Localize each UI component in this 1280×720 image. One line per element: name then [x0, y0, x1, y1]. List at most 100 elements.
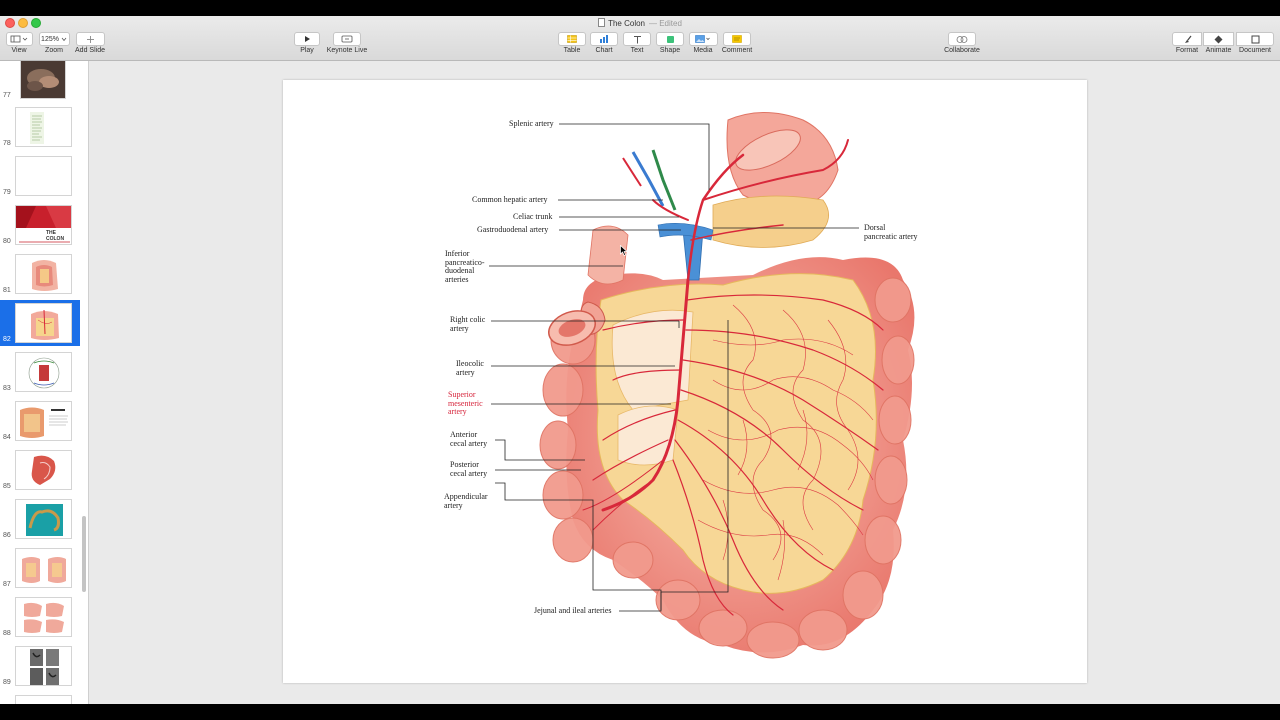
slide-number: 84	[3, 434, 11, 441]
text-icon	[633, 35, 641, 43]
animate-label: Animate	[1205, 47, 1232, 54]
text-button[interactable]	[623, 32, 651, 46]
shape-tool[interactable]: Shape	[656, 32, 684, 54]
sidebar-view-icon	[10, 35, 28, 43]
slide-thumbnail[interactable]: 85	[0, 447, 80, 493]
document-label: Document	[1239, 47, 1271, 54]
label-jejunal-ileal-arteries: Jejunal and ileal arteries	[534, 606, 612, 615]
slide-anatomy-pair-image	[24, 602, 64, 633]
slide-thumbnail[interactable]: THE COLON 80	[0, 202, 80, 248]
label-superior-mesenteric-artery: Superior mesenteric artery	[448, 390, 483, 417]
animate-diamond-icon	[1214, 35, 1223, 43]
chart-button[interactable]	[590, 32, 618, 46]
shape-icon	[666, 35, 674, 43]
media-icon	[695, 35, 710, 43]
plus-icon	[86, 35, 94, 43]
slide-preview: THE COLON	[15, 205, 72, 245]
document-button[interactable]	[1236, 32, 1274, 46]
colon-blood-supply-illustration	[489, 112, 915, 659]
add-slide-button[interactable]	[75, 32, 105, 46]
document-name[interactable]: The Colon	[608, 19, 645, 28]
slide-thumbnail[interactable]: 88	[0, 594, 80, 640]
view-label: View	[11, 47, 27, 54]
slide-thumbnail[interactable]: 84	[0, 398, 80, 444]
table-button[interactable]	[558, 32, 586, 46]
media-tool[interactable]: Media	[688, 32, 718, 54]
slide-number: 80	[3, 238, 11, 245]
slide-number: 86	[3, 532, 11, 539]
label-line: artery	[444, 500, 463, 510]
slide-thumbnail[interactable]: 87	[0, 545, 80, 591]
slide-thumbnail[interactable]: 89	[0, 643, 80, 689]
label-line: artery	[456, 367, 475, 377]
chart-label: Chart	[595, 47, 613, 54]
slide-preview	[15, 156, 72, 196]
slide-preview	[15, 352, 72, 392]
slide-thumbnail[interactable]: 78	[0, 104, 80, 150]
collaborate-tool[interactable]: Collaborate	[942, 32, 982, 54]
slide-preview	[15, 499, 72, 539]
view-tool[interactable]: View	[5, 32, 33, 54]
keynote-live-button[interactable]	[333, 32, 361, 46]
add-slide-tool[interactable]: Add Slide	[74, 32, 106, 54]
navigator-scrollbar[interactable]	[82, 516, 86, 592]
label-common-hepatic-artery: Common hepatic artery	[472, 195, 548, 204]
shape-button[interactable]	[656, 32, 684, 46]
comment-button[interactable]	[723, 32, 751, 46]
zoom-value: 125%	[41, 35, 59, 43]
label-inferior-pancreaticoduodenal-arteries: Inferior pancreatico-duodenal arteries	[445, 249, 485, 284]
zoom-tool[interactable]: 125% Zoom	[38, 32, 70, 54]
label-gastroduodenal-artery: Gastroduodenal artery	[477, 225, 549, 234]
slide-preview	[15, 646, 72, 686]
slide-number: 88	[3, 630, 11, 637]
slide-preview	[15, 695, 72, 704]
label-right-colic-artery: Right colic artery	[450, 315, 485, 333]
play-button[interactable]	[294, 32, 320, 46]
shape-label: Shape	[659, 47, 681, 54]
slide-navigator[interactable]: 77 78 79 THE COLON 80 81 82 83 84 85 86 …	[0, 61, 89, 704]
animate-button[interactable]	[1203, 32, 1234, 46]
keynote-live-icon	[341, 35, 353, 43]
format-button[interactable]	[1172, 32, 1202, 46]
document-file-icon	[598, 18, 606, 27]
slide-preview	[15, 107, 72, 147]
slide-number: 82	[3, 336, 11, 343]
slide-thumbnail[interactable]: 83	[0, 349, 80, 395]
slide-thumbnail[interactable]: 81	[0, 251, 80, 297]
view-button[interactable]	[5, 32, 33, 46]
slide-preview	[15, 254, 72, 294]
slide-thumbnail[interactable]	[0, 692, 80, 704]
play-tool[interactable]: Play	[293, 32, 321, 54]
document-tool[interactable]: Document	[1235, 32, 1275, 54]
table-tool[interactable]: Table	[558, 32, 586, 54]
chart-icon	[600, 35, 608, 43]
collaborate-label: Collaborate	[944, 47, 980, 54]
slide-thumbnail[interactable]: 79	[0, 153, 80, 199]
slide-number: 77	[3, 92, 11, 99]
keynote-live-tool[interactable]: Keynote Live	[324, 32, 370, 54]
collaborate-button[interactable]	[948, 32, 976, 46]
slide-anatomy-pair-image	[22, 557, 66, 583]
slide-thumbnail[interactable]: 86	[0, 496, 80, 542]
label-dorsal-pancreatic-artery: Dorsal pancreatic artery	[864, 223, 918, 241]
media-button[interactable]	[688, 32, 718, 46]
current-slide[interactable]: Splenic artery Common hepatic artery Cel…	[283, 80, 1087, 683]
animate-tool[interactable]: Animate	[1203, 32, 1234, 54]
slide-number: 87	[3, 581, 11, 588]
comment-label: Comment	[721, 47, 753, 54]
zoom-select[interactable]: 125%	[38, 32, 70, 46]
comment-tool[interactable]: Comment	[720, 32, 754, 54]
slide-number: 89	[3, 679, 11, 686]
format-tool[interactable]: Format	[1172, 32, 1202, 54]
slide-thumbnail-selected[interactable]: 82	[0, 300, 80, 346]
slide-canvas[interactable]: Splenic artery Common hepatic artery Cel…	[89, 61, 1280, 704]
slide-thumbnail[interactable]: 77	[0, 61, 80, 102]
slide-number: 83	[3, 385, 11, 392]
chart-tool[interactable]: Chart	[590, 32, 618, 54]
text-tool[interactable]: Text	[623, 32, 651, 54]
format-label: Format	[1175, 47, 1199, 54]
media-label: Media	[693, 47, 713, 54]
slide-preview	[15, 597, 72, 637]
document-icon	[1251, 35, 1259, 43]
keynote-live-label: Keynote Live	[326, 47, 368, 54]
